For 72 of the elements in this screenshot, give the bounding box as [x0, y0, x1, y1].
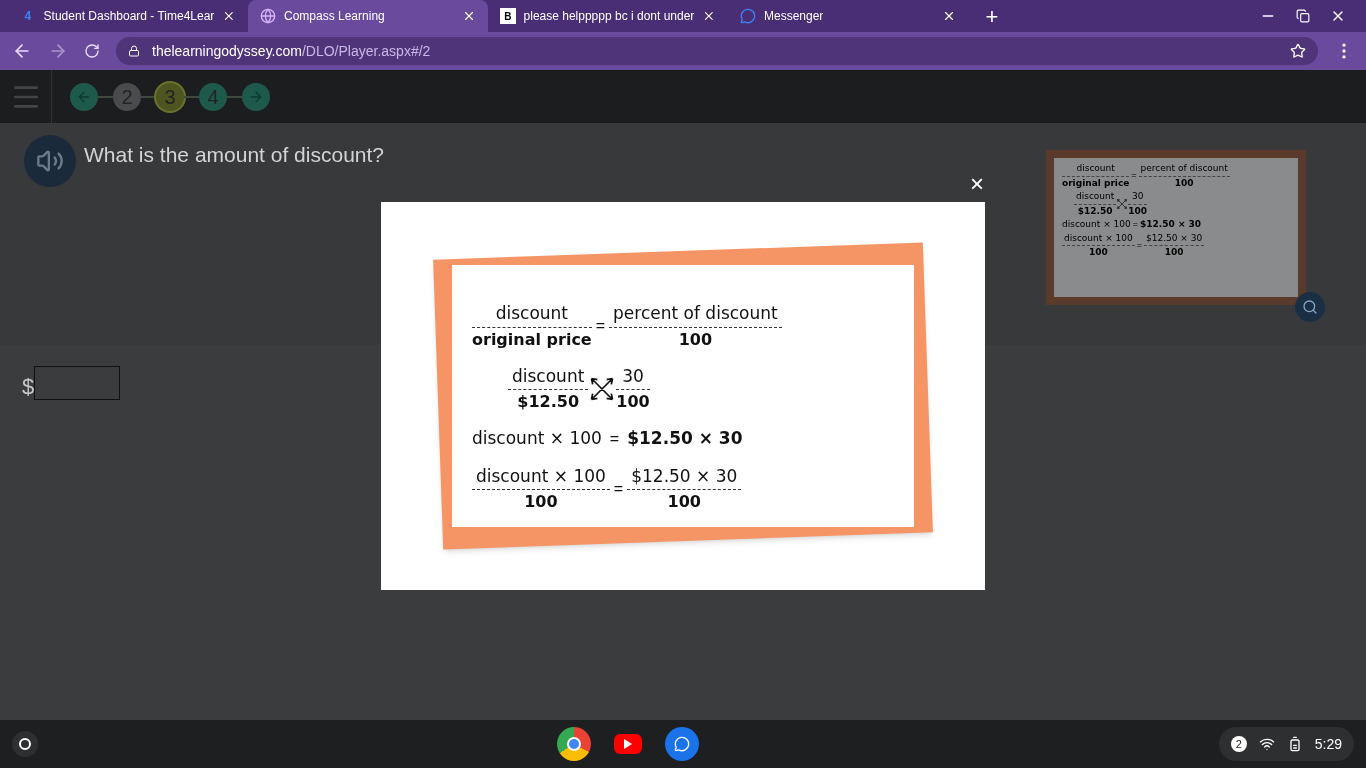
browser-tab[interactable]: B please helppppp bc i dont under [488, 0, 728, 32]
numerator: discount [1075, 162, 1116, 175]
numerator: $12.50 × 30 [630, 464, 739, 488]
tab-title: please helppppp bc i dont under [523, 8, 695, 25]
browser-tab[interactable]: 4 Student Dashboard - Time4Lear [8, 0, 248, 32]
numerator: 30 [621, 364, 645, 388]
denominator: 100 [616, 391, 650, 413]
wifi-icon [1258, 736, 1275, 752]
messages-app-icon[interactable] [665, 727, 700, 761]
lock-icon [128, 45, 140, 57]
equals-sign: = [1131, 169, 1137, 183]
question-text: What is the amount of discount? [84, 142, 384, 168]
new-tab-button[interactable]: + [976, 0, 1008, 32]
equation-right: $12.50 × 30 [1140, 218, 1202, 231]
numerator: discount × 100 [475, 464, 607, 488]
chat-icon [740, 8, 756, 24]
numerator: percent of discount [612, 302, 779, 325]
numerator: discount [494, 302, 570, 325]
close-icon[interactable] [222, 9, 236, 23]
tab-title: Student Dashboard - Time4Lear [43, 8, 215, 25]
close-modal-button[interactable]: × [966, 172, 988, 194]
equals-sign: = [1132, 218, 1138, 231]
denominator: original price [1062, 176, 1130, 190]
tab-title: Compass Learning [284, 8, 386, 25]
url-text: thelearningodyssey.com/DLO/Player.aspx#/2 [152, 41, 432, 61]
denominator: 100 [1088, 246, 1108, 259]
clock-time: 5:29 [1314, 734, 1342, 754]
denominator: 100 [678, 328, 713, 351]
reload-icon[interactable] [84, 43, 100, 59]
equals-sign: = [595, 316, 606, 337]
browser-tab[interactable]: Compass Learning [248, 0, 488, 32]
numerator: percent of discount [1139, 162, 1229, 175]
close-icon[interactable] [942, 9, 956, 23]
equals-sign: = [613, 478, 624, 499]
restore-icon[interactable] [1296, 9, 1310, 23]
numerator: $12.50 × 30 [1145, 231, 1204, 245]
chrome-app-icon[interactable] [557, 727, 592, 761]
close-icon[interactable] [702, 9, 716, 23]
denominator: 100 [1164, 246, 1184, 259]
dollar-sign: $ [22, 373, 35, 401]
equals-sign: = [1136, 238, 1142, 252]
numerator: 30 [1130, 190, 1145, 203]
equals-sign: = [609, 428, 620, 449]
denominator: original price [472, 328, 592, 351]
address-field[interactable]: thelearningodyssey.com/DLO/Player.aspx#/2 [116, 37, 1318, 65]
equation-left: discount × 100 [472, 427, 602, 450]
denominator: 100 [524, 491, 558, 513]
cross-arrows-icon [1116, 198, 1129, 210]
bookmark-star-icon[interactable] [1290, 43, 1306, 59]
denominator: 100 [667, 491, 701, 513]
numerator: discount [511, 364, 586, 388]
tab-favicon: B [500, 8, 516, 24]
denominator: $12.50 [1077, 204, 1113, 218]
tab-favicon: 4 [23, 8, 33, 25]
equation-left: discount × 100 [1062, 218, 1131, 231]
globe-icon [260, 8, 276, 24]
search-icon [1302, 299, 1318, 315]
denominator: 100 [1174, 176, 1194, 190]
denominator: $12.50 [517, 391, 580, 413]
close-icon[interactable] [462, 9, 476, 23]
answer-field[interactable] [34, 366, 121, 400]
status-tray[interactable]: 2 5:29 [1218, 727, 1354, 761]
zoom-button[interactable] [1295, 292, 1325, 322]
numerator: discount × 100 [1063, 231, 1134, 245]
numerator: discount [1075, 190, 1116, 203]
tab-title: Messenger [764, 8, 825, 25]
denominator: 100 [1128, 204, 1148, 218]
browser-tab[interactable]: Messenger [728, 0, 968, 32]
speaker-button[interactable] [24, 135, 76, 187]
notification-count: 2 [1230, 736, 1247, 752]
equation-right: $12.50 × 30 [627, 427, 743, 450]
launcher-icon[interactable] [19, 738, 31, 750]
